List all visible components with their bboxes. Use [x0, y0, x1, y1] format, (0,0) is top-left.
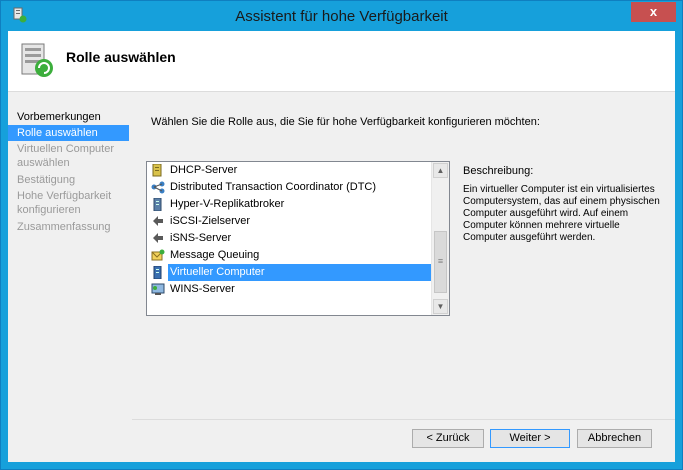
role-label: DHCP-Server [170, 164, 238, 176]
back-button[interactable]: < Zurück [412, 429, 484, 448]
list-item[interactable]: Message Queuing [147, 247, 431, 264]
iscsi-icon [153, 216, 163, 226]
role-label: iSNS-Server [170, 232, 232, 244]
list-item[interactable]: iSNS-Server [147, 230, 431, 247]
step-vorbemerkungen[interactable]: Vorbemerkungen [8, 109, 129, 125]
dhcp-icon [152, 164, 162, 177]
isns-icon [153, 233, 163, 243]
wizard-body: Rolle auswählen Vorbemerkungen Rolle aus… [8, 31, 675, 462]
role-label: Distributed Transaction Coordinator (DTC… [170, 181, 377, 193]
role-label: WINS-Server [170, 283, 235, 295]
description-label: Beschreibung: [463, 165, 534, 177]
list-item[interactable]: iSCSI-Zielserver [147, 213, 431, 230]
wins-icon [151, 283, 165, 295]
scroll-up-button[interactable]: ▲ [433, 163, 448, 178]
wizard-steps: Vorbemerkungen Rolle auswählen Virtuelle… [8, 109, 129, 235]
list-scrollbar[interactable]: ▲ ≡ ▼ [431, 162, 449, 315]
wizard-header: Rolle auswählen [8, 31, 675, 92]
dtc-icon [151, 181, 165, 194]
role-label: Message Queuing [170, 249, 260, 261]
step-rolle-auswaehlen[interactable]: Rolle auswählen [8, 125, 129, 141]
message-queuing-icon [151, 249, 165, 261]
server-icon [153, 198, 162, 211]
role-list[interactable]: DHCP-Server Distributed Transaction Coor… [146, 161, 450, 316]
list-item[interactable]: WINS-Server [147, 281, 431, 298]
list-item[interactable]: Hyper-V-Replikatbroker [147, 196, 431, 213]
list-item[interactable]: Distributed Transaction Coordinator (DTC… [147, 179, 431, 196]
role-wizard-icon [21, 43, 53, 77]
step-zusammenfassung: Zusammenfassung [17, 221, 111, 233]
close-button[interactable]: x [631, 2, 676, 22]
next-button[interactable]: Weiter > [490, 429, 570, 448]
scroll-thumb[interactable]: ≡ [434, 231, 447, 293]
title-bar[interactable]: Assistent für hohe Verfügbarkeit x [1, 1, 682, 31]
instruction-text: Wählen Sie die Rolle aus, die Sie für ho… [151, 116, 540, 128]
list-item-selected[interactable]: Virtueller Computer [147, 264, 431, 281]
role-label: iSCSI-Zielserver [170, 215, 251, 227]
step-hohe-verfuegbarkeit: Hohe Verfügbarkeit konfigurieren [17, 190, 112, 216]
window-title: Assistent für hohe Verfügbarkeit [235, 8, 448, 25]
page-title: Rolle auswählen [66, 49, 176, 65]
role-label: Virtueller Computer [168, 264, 431, 281]
list-item[interactable]: DHCP-Server [147, 162, 431, 179]
cancel-button[interactable]: Abbrechen [577, 429, 652, 448]
virtual-machine-icon [153, 266, 162, 279]
scroll-down-button[interactable]: ▼ [433, 299, 448, 314]
content-panel: Wählen Sie die Rolle aus, die Sie für ho… [132, 99, 675, 462]
step-virtuellen-computer: Virtuellen Computer auswählen [17, 143, 115, 169]
footer-divider [132, 419, 675, 420]
role-label: Hyper-V-Replikatbroker [170, 198, 285, 210]
step-bestaetigung: Bestätigung [17, 174, 76, 186]
description-text: Ein virtueller Computer ist ein virtuali… [463, 184, 660, 243]
wizard-window: Assistent für hohe Verfügbarkeit x Rolle… [0, 0, 683, 470]
